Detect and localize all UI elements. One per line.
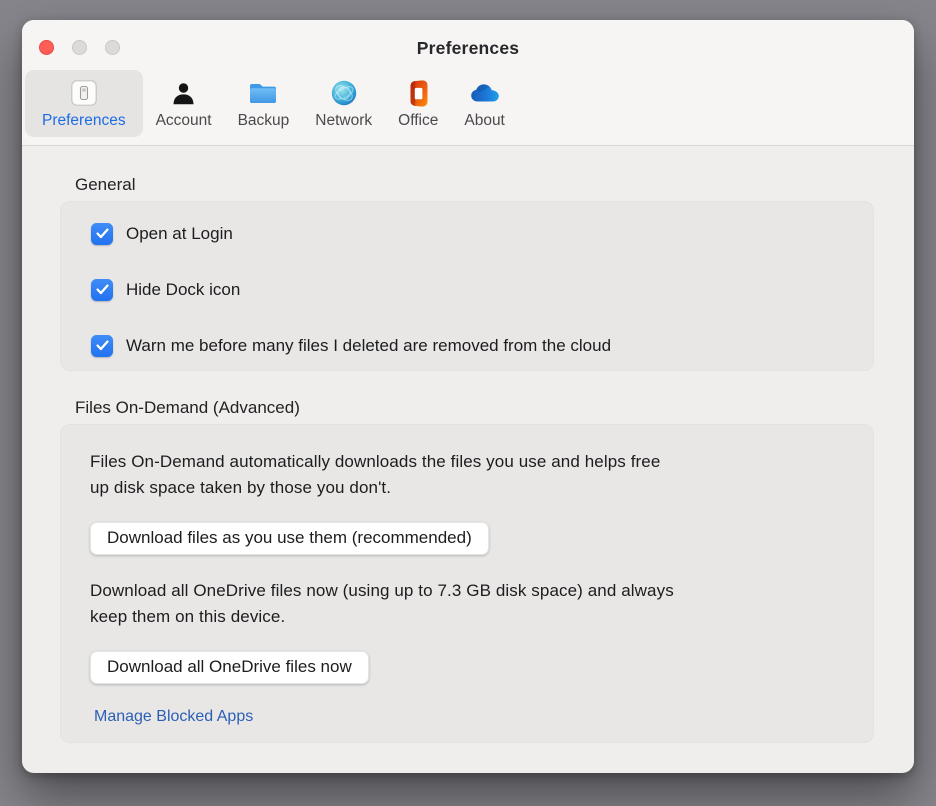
globe-icon [331,75,357,111]
warn-delete-checkbox[interactable] [91,334,113,357]
tab-network[interactable]: Network [302,70,385,137]
tab-preferences-label: Preferences [42,112,126,129]
person-icon [171,75,196,111]
tab-office[interactable]: Office [385,70,451,137]
general-heading: General [75,175,136,194]
download-as-used-button[interactable]: Download files as you use them (recommen… [90,522,489,555]
open-at-login-label: Open at Login [126,223,233,243]
tab-about[interactable]: About [451,70,518,137]
hide-dock-icon-row: Hide Dock icon [91,278,843,301]
tab-account[interactable]: Account [143,70,225,137]
open-at-login-row: Open at Login [91,222,843,245]
tab-network-label: Network [315,112,373,129]
download-all-button[interactable]: Download all OneDrive files now [90,651,369,684]
tab-backup-label: Backup [237,112,290,129]
files-on-demand-groupbox: Files On-Demand automatically downloads … [60,424,874,743]
tab-about-label: About [464,112,505,129]
warn-delete-label: Warn me before many files I deleted are … [126,335,612,355]
toolbar-tabs: Preferences Account Backup Network Offic… [25,70,518,137]
files-on-demand-description: Files On-Demand automatically downloads … [90,452,661,497]
tab-backup[interactable]: Backup [225,70,303,137]
window-header: Preferences Preferences Account Backup N… [22,20,914,146]
hide-dock-icon-label: Hide Dock icon [126,279,241,299]
hide-dock-icon-checkbox[interactable] [91,278,113,301]
office-icon [406,75,430,111]
preferences-window: Preferences Preferences Account Backup N… [22,20,914,773]
general-groupbox: Open at Login Hide Dock icon Warn me bef… [60,201,874,371]
manage-blocked-apps-link[interactable]: Manage Blocked Apps [94,708,844,726]
warn-delete-row: Warn me before many files I deleted are … [91,334,843,357]
tab-account-label: Account [155,112,212,129]
switch-icon [70,75,97,111]
download-all-description: Download all OneDrive files now (using u… [90,581,674,626]
open-at-login-checkbox[interactable] [91,222,113,245]
tab-office-label: Office [398,112,439,129]
preferences-content: General Open at Login Hide Dock icon War… [22,147,914,773]
folder-icon [249,75,277,111]
onedrive-cloud-icon [470,75,500,111]
files-on-demand-heading: Files On-Demand (Advanced) [75,398,300,417]
window-title: Preferences [416,38,520,58]
tab-preferences[interactable]: Preferences [25,70,143,137]
